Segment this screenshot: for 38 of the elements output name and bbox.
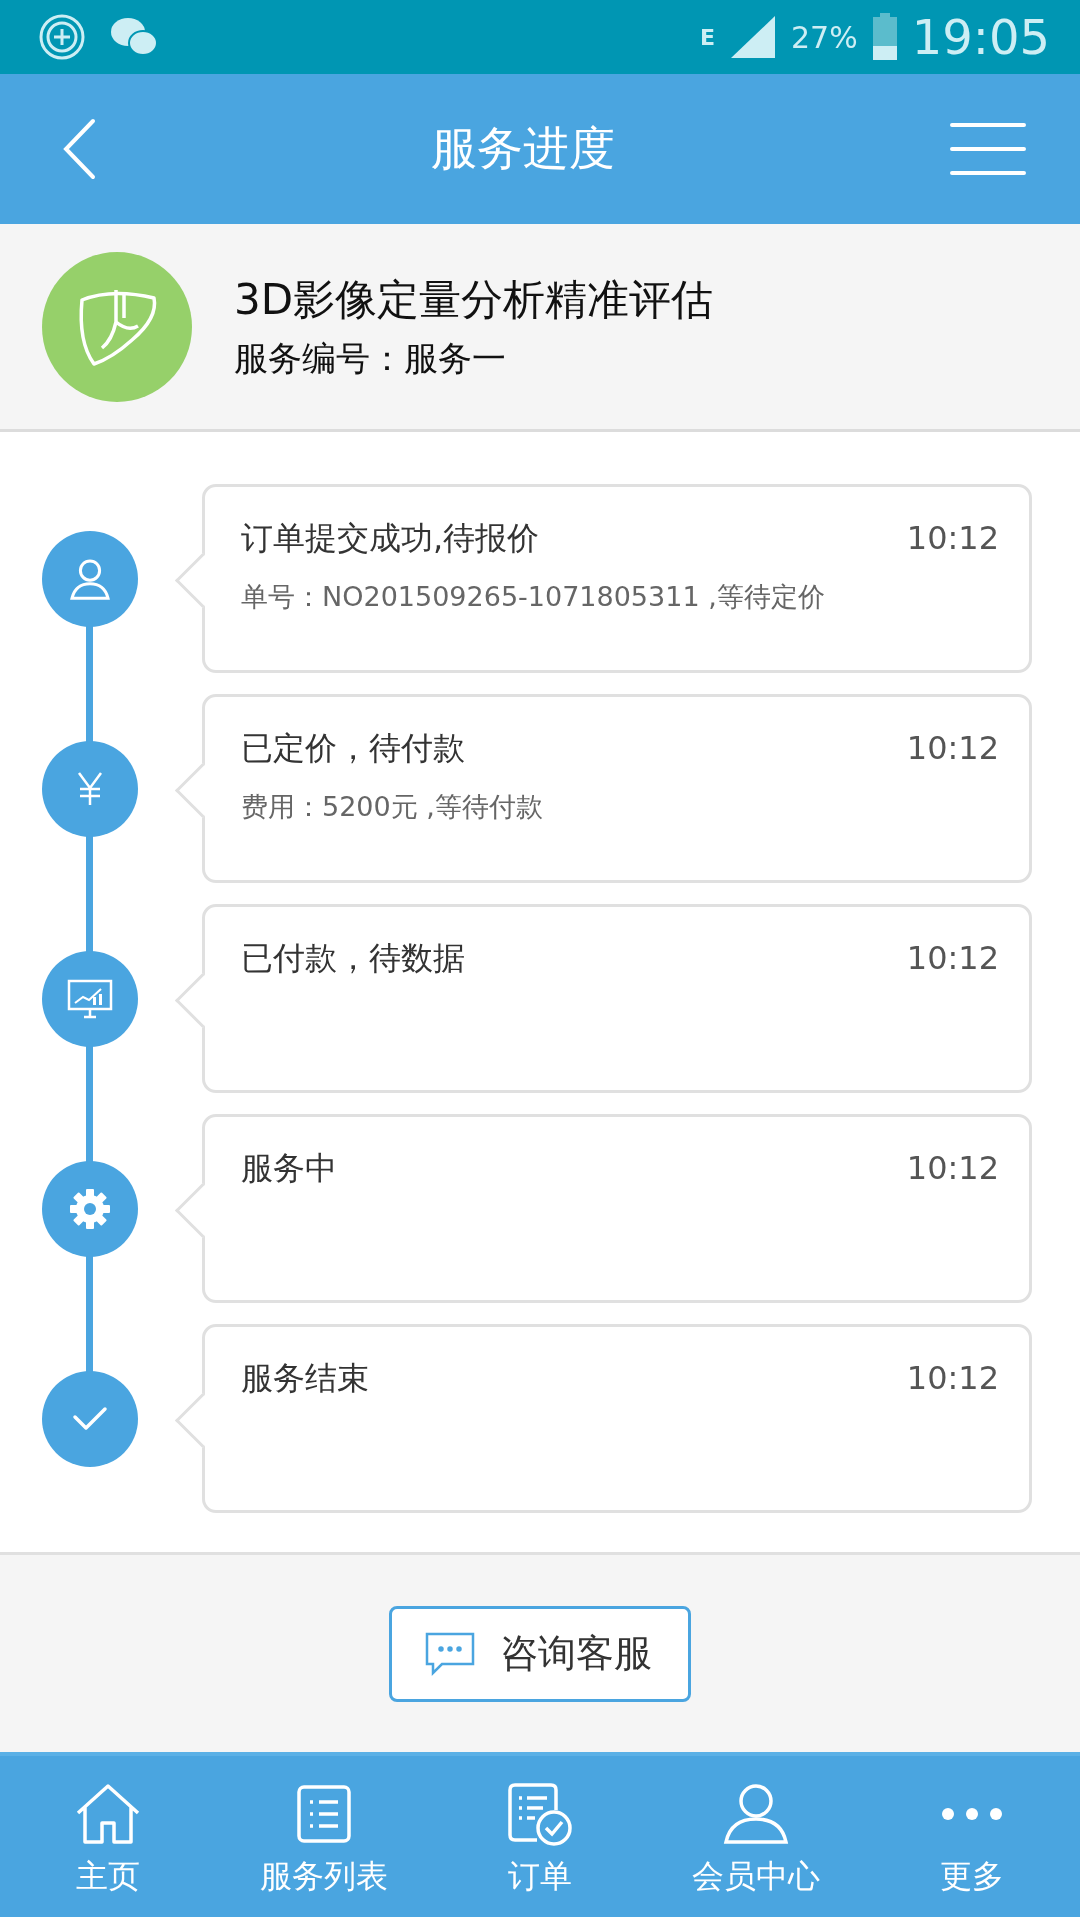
more-icon — [941, 1807, 1003, 1821]
nav-item[interactable]: 更多 — [864, 1756, 1080, 1917]
step-time: 10:12 — [906, 519, 999, 557]
step-title: 服务中 — [241, 1148, 337, 1189]
plus-circle-icon — [38, 13, 86, 61]
step-title: 已定价，待付款 — [241, 728, 465, 769]
menu-button[interactable] — [950, 122, 1026, 176]
monitor-chart-icon — [67, 978, 113, 1019]
step-title: 订单提交成功,待报价 — [241, 518, 540, 559]
document-check-icon — [507, 1782, 573, 1846]
step-time: 10:12 — [906, 939, 999, 977]
consult-button[interactable]: 咨询客服 — [389, 1605, 691, 1702]
nav-item[interactable]: 主页 — [0, 1756, 216, 1917]
step-title: 服务结束 — [241, 1358, 369, 1399]
person-icon — [723, 1783, 789, 1845]
step-time: 10:12 — [906, 1359, 999, 1397]
nav-item[interactable]: 会员中心 — [648, 1756, 864, 1917]
step-detail: 单号：NO201509265-1071805311 ,等待定价 — [241, 580, 826, 614]
nav-item[interactable]: 服务列表 — [216, 1756, 432, 1917]
clock: 19:05 — [911, 9, 1050, 65]
network-type: E — [699, 24, 715, 50]
step-time: 10:12 — [906, 1149, 999, 1187]
home-icon — [75, 1783, 141, 1845]
battery-icon — [871, 13, 898, 61]
check-icon — [71, 1404, 109, 1433]
battery-percent: 27% — [791, 19, 858, 55]
service-number: 服务编号：服务一 — [234, 336, 507, 380]
page-title: 服务进度 — [431, 120, 615, 177]
chat-bubble-icon — [424, 1630, 476, 1677]
service-name: 3D影像定量分析精准评估 — [234, 273, 714, 326]
back-button[interactable] — [62, 118, 96, 180]
step-detail: 费用：5200元 ,等待付款 — [241, 790, 544, 824]
step-time: 10:12 — [906, 729, 999, 767]
gear-icon — [68, 1186, 112, 1231]
signal-icon — [729, 14, 777, 60]
step-title: 已付款，待数据 — [241, 938, 465, 979]
list-icon — [296, 1784, 352, 1844]
nav-item[interactable]: 订单 — [432, 1756, 648, 1917]
